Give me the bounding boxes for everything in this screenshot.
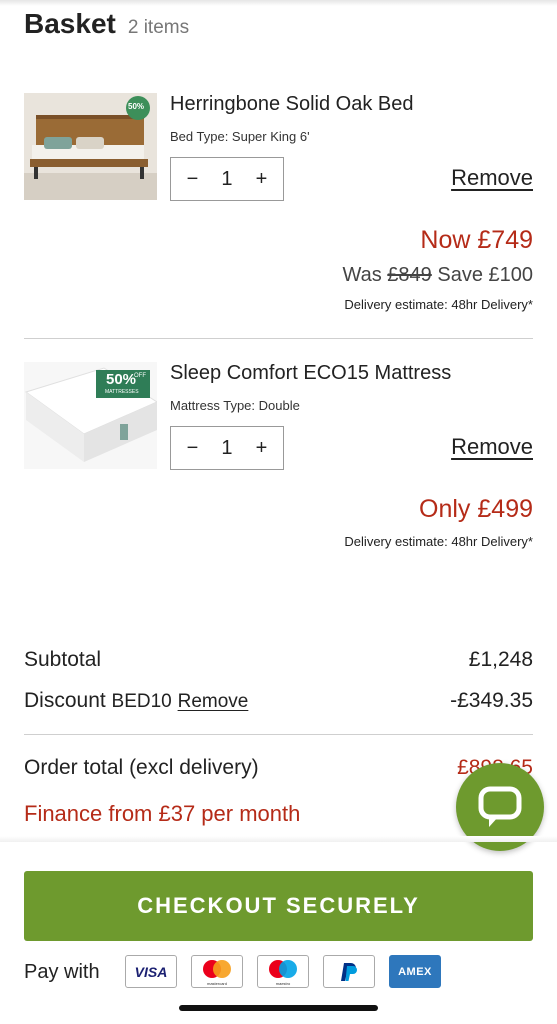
visa-text: VISA	[134, 963, 168, 980]
discount-badge: 50%	[128, 102, 145, 111]
basket-item-bed: 50% Herringbone Solid Oak Bed Bed Type: …	[24, 93, 533, 323]
paypal-icon	[323, 955, 375, 988]
order-total-label-group: Order total (excl delivery)	[24, 756, 259, 780]
maestro-text: maestro	[275, 981, 291, 986]
order-total-label: Order total	[24, 756, 124, 779]
save-amount: Save £100	[437, 264, 533, 286]
was-label: Was	[342, 264, 382, 286]
divider	[24, 734, 533, 735]
price-now: Now £749	[420, 226, 533, 254]
quantity-stepper[interactable]: − 1 +	[170, 157, 284, 201]
decrease-quantity-button[interactable]: −	[178, 437, 206, 460]
item-name[interactable]: Sleep Comfort ECO15 Mattress	[170, 362, 451, 385]
item-count: 2 items	[127, 17, 190, 38]
increase-quantity-button[interactable]: +	[248, 168, 276, 191]
quantity-stepper[interactable]: − 1 +	[170, 426, 284, 470]
basket-item-mattress: 50% OFF MATTRESSES Sleep Comfort ECO15 M…	[24, 362, 533, 562]
bed-thumbnail[interactable]: 50%	[24, 93, 157, 200]
discount-code: BED10	[111, 691, 172, 712]
chat-bubble-icon	[478, 786, 522, 827]
price-was: Was £849 Save £100	[342, 264, 533, 287]
pay-with-label: Pay with	[24, 961, 100, 983]
discount-label-group: Discount BED10 Remove	[24, 689, 248, 713]
mattress-thumbnail[interactable]: 50% OFF MATTRESSES	[24, 362, 157, 469]
top-shadow	[0, 0, 557, 6]
price-only: Only £499	[419, 495, 533, 523]
discount-row: Discount BED10 Remove -£349.35	[24, 689, 533, 713]
maestro-icon: maestro	[257, 955, 309, 988]
decrease-quantity-button[interactable]: −	[178, 168, 206, 191]
checkout-button[interactable]: CHECKOUT SECURELY	[24, 871, 533, 941]
amex-icon: AMEX	[389, 955, 441, 988]
remove-discount-button[interactable]: Remove	[178, 691, 249, 712]
mastercard-icon: mastercard	[191, 955, 243, 988]
delivery-estimate: Delivery estimate: 48hr Delivery*	[344, 297, 533, 312]
discount-label: Discount	[24, 689, 106, 712]
discount-badge: 50%	[106, 371, 137, 388]
subtotal-label: Subtotal	[24, 648, 102, 671]
subtotal-value: £1,248	[468, 648, 533, 671]
was-price: £849	[387, 264, 432, 286]
increase-quantity-button[interactable]: +	[248, 437, 276, 460]
order-total-note: (excl delivery)	[129, 756, 259, 779]
delivery-estimate: Delivery estimate: 48hr Delivery*	[344, 534, 533, 549]
finance-offer[interactable]: Finance from £37 per month	[24, 801, 300, 827]
footer-shadow	[0, 836, 557, 842]
item-variant: Bed Type: Super King 6'	[170, 129, 310, 144]
basket-header: Basket 2 items	[24, 8, 189, 40]
payment-methods: VISA mastercard maestro AMEX	[125, 955, 441, 988]
discount-badge-off: OFF	[134, 373, 146, 379]
quantity-value: 1	[221, 167, 233, 190]
visa-icon: VISA	[125, 955, 177, 988]
order-total-row: Order total (excl delivery) £898.65	[24, 756, 533, 780]
amex-text: AMEX	[398, 965, 432, 978]
remove-item-button[interactable]: Remove	[451, 165, 533, 191]
quantity-value: 1	[221, 436, 233, 459]
item-variant: Mattress Type: Double	[170, 398, 300, 413]
remove-item-button[interactable]: Remove	[451, 434, 533, 460]
discount-value: -£349.35	[450, 689, 533, 712]
mastercard-text: mastercard	[206, 981, 227, 986]
paypal-logo	[341, 962, 357, 981]
subtotal-row: Subtotal £1,248	[24, 648, 533, 672]
item-name[interactable]: Herringbone Solid Oak Bed	[170, 93, 413, 116]
home-indicator	[179, 1005, 378, 1011]
page-title: Basket	[24, 8, 116, 39]
discount-badge-mattresses: MATTRESSES	[105, 389, 139, 395]
divider	[24, 338, 533, 339]
